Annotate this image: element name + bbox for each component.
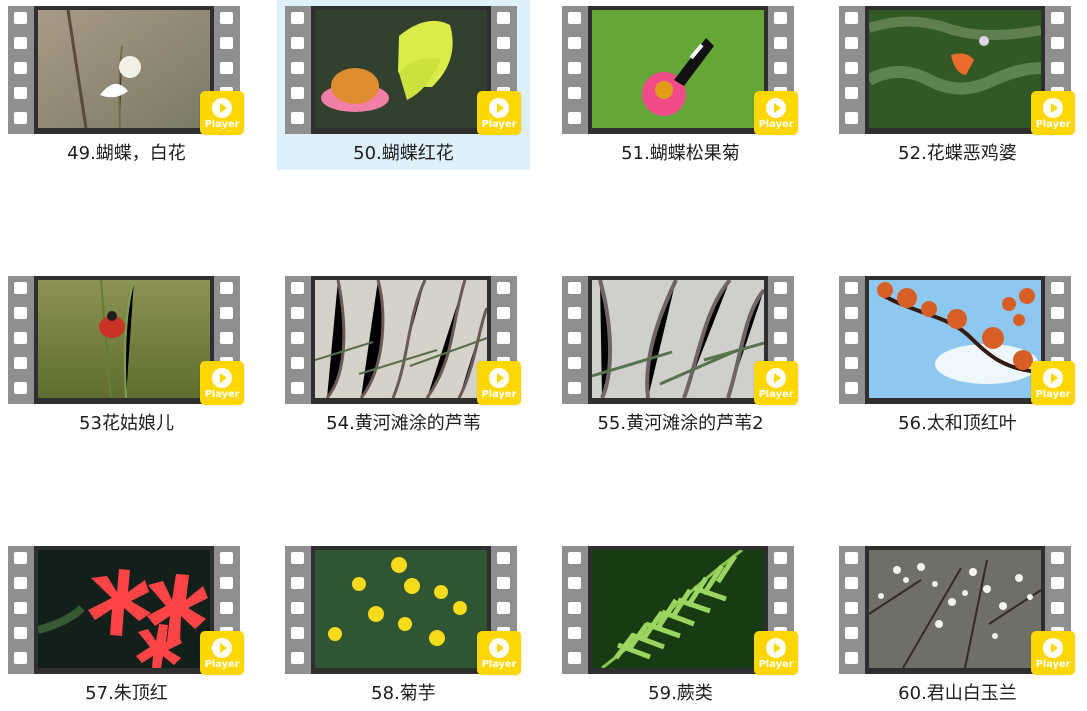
video-caption: 50.蝴蝶红花 xyxy=(353,143,454,164)
thumbnail-image xyxy=(38,550,210,668)
video-thumbnail-grid: Player 49.蝴蝶，白花 Player 50.蝴蝶红花 Player 51… xyxy=(0,0,1087,711)
player-badge[interactable]: Player xyxy=(200,91,244,135)
player-badge[interactable]: Player xyxy=(754,361,798,405)
video-item-51[interactable]: Player 51.蝴蝶松果菊 xyxy=(554,0,807,170)
player-badge[interactable]: Player xyxy=(200,361,244,405)
video-item-58[interactable]: Player 58.菊芋 xyxy=(277,540,530,710)
player-label: Player xyxy=(204,389,240,400)
player-badge[interactable]: Player xyxy=(477,631,521,675)
player-badge[interactable]: Player xyxy=(477,91,521,135)
thumbnail-image xyxy=(592,280,764,398)
thumbnail-image xyxy=(315,280,487,398)
thumbnail-image xyxy=(869,550,1041,668)
play-icon xyxy=(766,98,786,118)
play-icon xyxy=(212,638,232,658)
video-frame xyxy=(588,6,768,134)
player-badge[interactable]: Player xyxy=(754,91,798,135)
video-frame xyxy=(34,6,214,134)
video-item-57[interactable]: Player 57.朱顶红 xyxy=(0,540,253,710)
play-icon xyxy=(766,638,786,658)
player-label: Player xyxy=(481,659,517,670)
player-label: Player xyxy=(1035,659,1071,670)
video-item-54[interactable]: Player 54.黄河滩涂的芦苇 xyxy=(277,270,530,440)
video-caption: 49.蝴蝶，白花 xyxy=(67,143,186,164)
play-icon xyxy=(489,98,509,118)
player-badge[interactable]: Player xyxy=(1031,91,1075,135)
video-caption: 54.黄河滩涂的芦苇 xyxy=(326,413,481,434)
player-label: Player xyxy=(758,119,794,130)
player-label: Player xyxy=(204,119,240,130)
thumbnail-image xyxy=(592,550,764,668)
play-icon xyxy=(489,638,509,658)
thumbnail-image xyxy=(869,10,1041,128)
video-frame xyxy=(865,546,1045,674)
video-frame xyxy=(34,276,214,404)
player-badge[interactable]: Player xyxy=(754,631,798,675)
player-label: Player xyxy=(758,389,794,400)
video-frame xyxy=(311,276,491,404)
player-label: Player xyxy=(1035,389,1071,400)
video-caption: 53花姑娘儿 xyxy=(79,413,174,434)
thumbnail-image xyxy=(38,10,210,128)
player-label: Player xyxy=(758,659,794,670)
play-icon xyxy=(766,368,786,388)
video-item-59[interactable]: Player 59.蕨类 xyxy=(554,540,807,710)
video-item-55[interactable]: Player 55.黄河滩涂的芦苇2 xyxy=(554,270,807,440)
video-frame xyxy=(311,546,491,674)
player-badge[interactable]: Player xyxy=(1031,631,1075,675)
video-item-49[interactable]: Player 49.蝴蝶，白花 xyxy=(0,0,253,170)
play-icon xyxy=(1043,98,1063,118)
video-frame xyxy=(311,6,491,134)
video-caption: 57.朱顶红 xyxy=(85,683,168,704)
video-caption: 60.君山白玉兰 xyxy=(898,683,1017,704)
player-label: Player xyxy=(481,389,517,400)
play-icon xyxy=(1043,368,1063,388)
video-item-60[interactable]: Player 60.君山白玉兰 xyxy=(831,540,1084,710)
video-caption: 58.菊芋 xyxy=(371,683,436,704)
video-caption: 56.太和顶红叶 xyxy=(898,413,1017,434)
video-caption: 55.黄河滩涂的芦苇2 xyxy=(597,413,764,434)
thumbnail-image xyxy=(38,280,210,398)
video-frame xyxy=(865,6,1045,134)
video-item-50[interactable]: Player 50.蝴蝶红花 xyxy=(277,0,530,170)
player-badge[interactable]: Player xyxy=(477,361,521,405)
video-item-56[interactable]: Player 56.太和顶红叶 xyxy=(831,270,1084,440)
video-caption: 59.蕨类 xyxy=(648,683,713,704)
play-icon xyxy=(489,368,509,388)
player-label: Player xyxy=(1035,119,1071,130)
play-icon xyxy=(212,98,232,118)
video-frame xyxy=(588,276,768,404)
video-frame xyxy=(34,546,214,674)
play-icon xyxy=(212,368,232,388)
video-frame xyxy=(588,546,768,674)
player-label: Player xyxy=(204,659,240,670)
player-label: Player xyxy=(481,119,517,130)
play-icon xyxy=(1043,638,1063,658)
player-badge[interactable]: Player xyxy=(200,631,244,675)
player-badge[interactable]: Player xyxy=(1031,361,1075,405)
thumbnail-image xyxy=(315,550,487,668)
video-frame xyxy=(865,276,1045,404)
thumbnail-image xyxy=(315,10,487,128)
video-item-52[interactable]: Player 52.花蝶恶鸡婆 xyxy=(831,0,1084,170)
video-caption: 52.花蝶恶鸡婆 xyxy=(898,143,1017,164)
thumbnail-image xyxy=(592,10,764,128)
thumbnail-image xyxy=(869,280,1041,398)
video-caption: 51.蝴蝶松果菊 xyxy=(621,143,740,164)
video-item-53[interactable]: Player 53花姑娘儿 xyxy=(0,270,253,440)
